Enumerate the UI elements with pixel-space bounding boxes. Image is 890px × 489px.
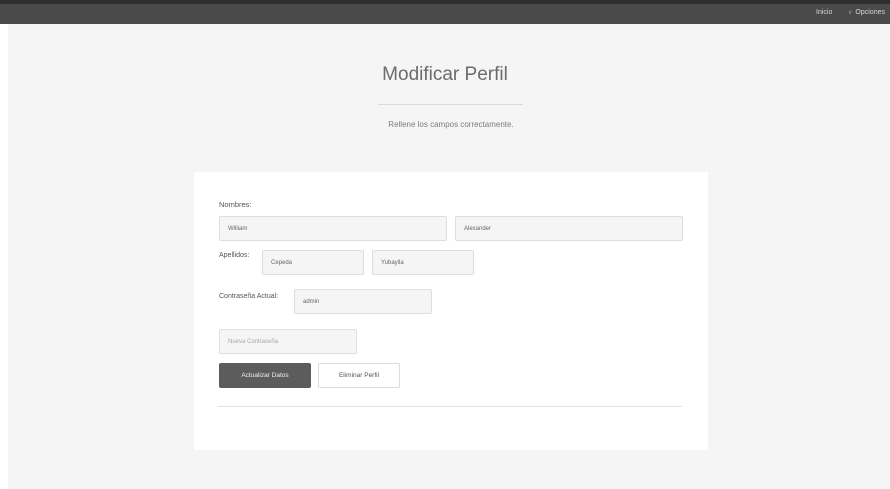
nav-opciones-menu[interactable]: ∨ Opciones [848,9,885,16]
nombres-label: Nombres: [219,200,252,209]
title-divider [378,104,523,105]
first-name-field[interactable]: William [219,216,447,241]
page-title: Modificar Perfil [382,64,508,85]
nav-opciones-label: Opciones [855,9,885,16]
first-surname-field[interactable]: Cepeda [262,250,364,275]
second-name-field[interactable]: Alexander [455,216,683,241]
update-data-button[interactable]: Actualizar Datos [219,363,311,388]
profile-form-card: Nombres: William Alexander Apellidos: Ce… [194,172,708,450]
nav-inicio-link[interactable]: Inicio [816,9,832,16]
delete-profile-button[interactable]: Eliminar Perfil [318,363,400,388]
second-surname-field[interactable]: Yubaylla [372,250,474,275]
top-navbar: Inicio ∨ Opciones [0,0,890,24]
new-password-placeholder: Nueva Contraseña [228,338,279,345]
new-password-input[interactable]: Nueva Contraseña [219,329,357,354]
form-divider [218,406,682,407]
chevron-down-icon: ∨ [848,10,853,16]
current-password-field[interactable]: admin [294,289,432,314]
current-password-label: Contraseña Actual: [219,293,279,300]
apellidos-label: Apellidos: [219,252,250,259]
page-subtitle: Rellene los campos correctamente. [388,120,514,129]
